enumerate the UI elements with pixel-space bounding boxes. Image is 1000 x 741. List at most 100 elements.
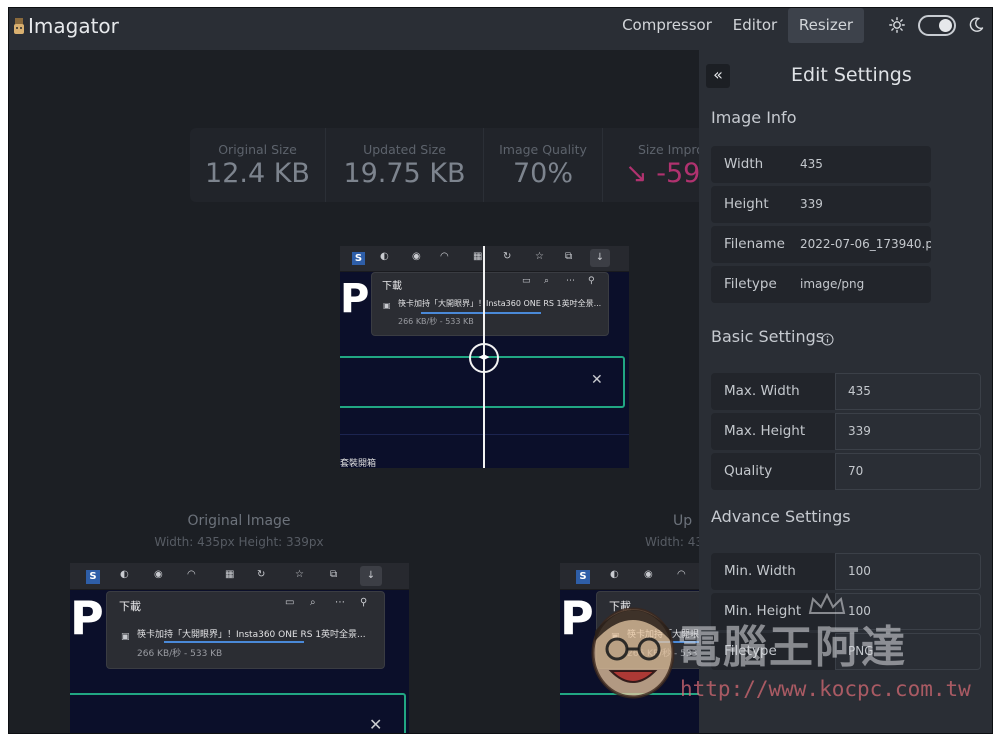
collapse-panel-button[interactable]: «	[706, 64, 730, 88]
moon-icon	[969, 17, 984, 32]
extension-icon: ◠	[677, 569, 686, 580]
download-meta: 266 KB/秒 - 533 KB	[398, 317, 474, 326]
original-image-dims: Width: 435px Height: 339px	[154, 535, 324, 549]
folder-icon: ▭	[522, 276, 531, 286]
theme-toggle[interactable]	[918, 15, 956, 36]
row-value: image/png	[787, 266, 931, 303]
more-icon: ⋯	[566, 276, 575, 286]
stat-value: 70%	[512, 158, 573, 189]
stats-bar: Original Size 12.4 KB Updated Size 19.75…	[190, 128, 710, 202]
image-info-heading: Image Info	[711, 108, 797, 127]
extension-icon: ↻	[257, 569, 266, 580]
logo-icon	[14, 18, 24, 34]
row-label: Max. Height	[711, 413, 835, 450]
row-label: Quality	[711, 453, 835, 490]
row-value: 339	[787, 186, 931, 223]
download-icon: ↓	[360, 566, 382, 586]
quality-input[interactable]: 70	[835, 453, 981, 490]
stat-value: ↘ -59.	[625, 158, 709, 189]
row-label: Max. Width	[711, 373, 835, 410]
pin-icon: ⚲	[360, 597, 368, 608]
nav-compressor[interactable]: Compressor	[619, 8, 715, 43]
stat-title: Updated Size	[363, 142, 446, 157]
stat-original-size: Original Size 12.4 KB	[190, 128, 325, 202]
extension-icon: ◐	[120, 569, 129, 580]
stat-updated-size: Updated Size 19.75 KB	[326, 128, 483, 202]
file-icon: ▣	[121, 632, 130, 642]
stat-value: 19.75 KB	[343, 158, 466, 189]
close-icon: ✕	[591, 372, 603, 388]
favorites-icon: ☆	[535, 251, 544, 262]
file-icon: ▣	[383, 301, 391, 310]
download-progress-bar	[164, 641, 304, 643]
stat-image-quality: Image Quality 70%	[484, 128, 602, 202]
pin-icon: ⚲	[588, 276, 595, 286]
max-height-input[interactable]: 339	[835, 413, 981, 450]
close-icon: ✕	[369, 715, 383, 734]
min-width-input[interactable]: 100	[835, 553, 981, 590]
collections-icon: ⧉	[330, 569, 338, 580]
download-file-name: 筷卡加持「大開眼界」！Insta360 ONE RS 1英吋全景...	[137, 630, 366, 640]
watermark: 電腦王阿達 http://www.kocpc.com.tw	[577, 593, 977, 705]
toolbar-badge: S	[86, 570, 100, 584]
downloads-popup: 下載 ▭ ⌕ ⋯ ⚲ ▣ 筷卡加持「大開眼界」！Insta360 ONE RS …	[106, 591, 385, 669]
info-icon[interactable]	[821, 333, 834, 346]
browser-toolbar: S ◐ ◉ ◠ ▦ ↻ ☆ ⧉ ↓	[70, 563, 409, 590]
nav-editor[interactable]: Editor	[725, 8, 785, 43]
toggle-knob	[939, 19, 952, 32]
basic-settings-heading: Basic Settings	[711, 327, 825, 346]
row-label: Filetype	[711, 266, 787, 303]
sun-icon	[889, 17, 905, 33]
row-value: 2022-07-06_173940.pn	[787, 226, 931, 263]
row-label: Height	[711, 186, 787, 223]
page-text: 套裝開箱	[340, 459, 377, 468]
original-image-label: Original Image	[187, 513, 291, 529]
extension-icon: ◠	[440, 251, 449, 262]
extension-icon: ▦	[473, 251, 483, 262]
watermark-url: http://www.kocpc.com.tw	[680, 677, 971, 701]
download-file-name: 筷卡加持「大開眼界」！Insta360 ONE RS 1英吋全景...	[398, 299, 602, 308]
search-icon: ⌕	[310, 597, 316, 608]
downloads-title: 下載	[119, 600, 141, 613]
max-width-input[interactable]: 435	[835, 373, 981, 410]
extension-icon: ◉	[644, 569, 653, 580]
watermark-text: 電腦王阿達	[677, 622, 907, 673]
row-label: Filename	[711, 226, 787, 263]
compare-slider-handle[interactable]: ◂▸	[469, 343, 499, 373]
stat-title: Image Quality	[499, 142, 587, 157]
app-title[interactable]: Imagator	[28, 14, 119, 38]
row-label: Min. Width	[711, 553, 835, 590]
page-big-letter: P	[70, 591, 104, 645]
nav-resizer[interactable]: Resizer	[788, 8, 864, 43]
favorites-icon: ☆	[295, 569, 304, 580]
browser-toolbar: S ◐ ◉ ◠	[560, 563, 699, 590]
arrows-horizontal-icon: ◂▸	[478, 350, 490, 363]
downloads-title: 下載	[382, 281, 402, 292]
toolbar-badge: S	[576, 570, 590, 584]
advance-settings-heading: Advance Settings	[711, 507, 851, 526]
original-image-preview[interactable]: S ◐ ◉ ◠ ▦ ↻ ☆ ⧉ ↓ P 下載 ▭ ⌕ ⋯ ⚲ ▣ 筷卡加持「大開…	[70, 563, 409, 734]
download-icon: ↓	[590, 249, 610, 267]
download-progress-bar	[421, 312, 541, 314]
row-value: 435	[787, 146, 931, 183]
updated-image-dims: Width: 43	[645, 535, 703, 549]
folder-icon: ▭	[285, 597, 295, 608]
extension-icon: ▦	[225, 569, 235, 580]
collections-icon: ⧉	[565, 251, 573, 262]
downloads-popup: 下載 ▭ ⌕ ⋯ ⚲ ▣ 筷卡加持「大開眼界」！Insta360 ONE RS …	[371, 272, 609, 336]
top-navbar: Imagator Compressor Editor Resizer	[9, 8, 992, 50]
row-label: Width	[711, 146, 787, 183]
stat-value: 12.4 KB	[205, 158, 310, 189]
extension-icon: ↻	[503, 251, 512, 262]
mascot-face-icon	[591, 607, 675, 699]
extension-icon: ◐	[380, 251, 389, 262]
panel-title: Edit Settings	[791, 64, 912, 86]
extension-icon: ◉	[412, 251, 421, 262]
extension-icon: ◠	[187, 569, 196, 580]
app-window: Imagator Compressor Editor Resizer Origi…	[8, 7, 993, 734]
search-box-outline: ✕	[70, 693, 406, 734]
toolbar-badge: S	[352, 252, 365, 265]
page-big-letter: P	[340, 276, 370, 322]
search-icon: ⌕	[544, 276, 550, 286]
extension-icon: ◐	[610, 569, 619, 580]
